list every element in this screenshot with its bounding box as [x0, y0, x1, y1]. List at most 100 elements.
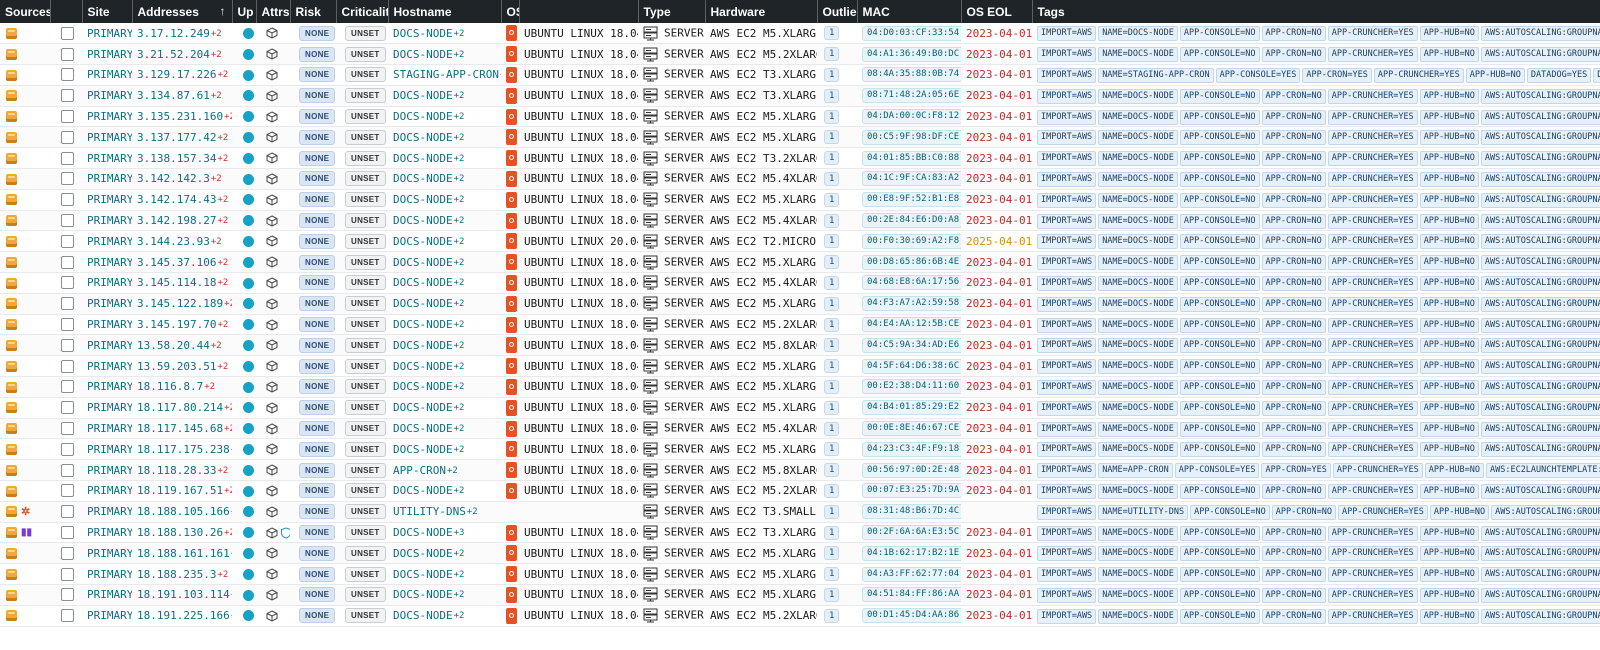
mac-badge[interactable]: 04:D0:03:CF:33:54 — [862, 25, 961, 41]
address-more-count[interactable]: +2 — [224, 112, 232, 122]
address-text[interactable]: 18.116.8.7 — [137, 380, 203, 393]
table-row[interactable]: ✲PRIMARY18.188.105.166+2NONEUNSETUTILITY… — [0, 501, 1600, 523]
address-text[interactable]: 18.188.130.26 — [137, 526, 223, 539]
tag-chip[interactable]: APP-HUB=NO — [1419, 379, 1479, 395]
row-checkbox[interactable] — [61, 338, 74, 352]
row-checkbox[interactable] — [61, 484, 74, 498]
tag-chip[interactable]: APP-CRON=NO — [1261, 130, 1326, 146]
tag-chip[interactable]: NAME=DOCS-NODE — [1098, 171, 1178, 187]
mac-badge[interactable]: 00:F0:30:69:A2:F8 — [862, 233, 961, 249]
site-cell[interactable]: PRIMARY — [82, 148, 132, 169]
hostname-cell[interactable]: DOCS-NODE+2 — [388, 543, 501, 564]
tag-chip[interactable]: IMPORT=AWS — [1037, 525, 1097, 541]
risk-badge[interactable]: NONE — [299, 462, 336, 478]
row-checkbox[interactable] — [61, 422, 74, 436]
tag-chip[interactable]: APP-CRON=NO — [1261, 379, 1326, 395]
tag-chip[interactable]: APP-CRON=NO — [1261, 359, 1326, 375]
criticality-badge[interactable]: UNSET — [345, 67, 386, 83]
hostname-text[interactable]: DOCS-NODE — [393, 256, 453, 269]
outlier-badge[interactable]: 1 — [824, 88, 840, 103]
hostname-cell[interactable]: DOCS-NODE+2 — [388, 273, 501, 294]
row-checkbox[interactable] — [61, 297, 74, 311]
mac-badge[interactable]: 00:2F:6A:6A:E3:5C — [862, 525, 961, 541]
mac-badge[interactable]: 04:23:C3:4F:F9:18 — [862, 441, 961, 457]
address-cell[interactable]: 18.117.145.68+2 — [132, 418, 232, 439]
tag-chip[interactable]: APP-CRUNCHER=YES — [1327, 255, 1418, 271]
tag-chip[interactable]: APP-CRON=NO — [1261, 567, 1326, 583]
tag-chip[interactable]: APP-CRON=NO — [1261, 338, 1326, 354]
hostname-text[interactable]: DOCS-NODE — [393, 443, 453, 456]
address-text[interactable]: 3.145.114.18 — [137, 276, 216, 289]
risk-badge[interactable]: NONE — [299, 504, 336, 520]
mac-badge[interactable]: 04:F3:A7:A2:59:58 — [862, 296, 961, 312]
row-checkbox[interactable] — [61, 401, 74, 415]
row-checkbox[interactable] — [61, 172, 74, 186]
address-cell[interactable]: 18.191.103.114+2 — [132, 585, 232, 606]
row-checkbox[interactable] — [61, 89, 74, 103]
mac-badge[interactable]: 04:A3:FF:62:77:04 — [862, 566, 961, 582]
tag-chip[interactable]: IMPORT=AWS — [1037, 546, 1097, 562]
site-cell[interactable]: PRIMARY — [82, 231, 132, 252]
hostname-text[interactable]: DOCS-NODE — [393, 297, 453, 310]
mac-badge[interactable]: 04:5F:64:D6:38:6C — [862, 358, 961, 374]
risk-badge[interactable]: NONE — [299, 545, 336, 561]
tag-chip[interactable]: APP-CONSOLE=NO — [1179, 567, 1260, 583]
cube-outline-icon[interactable] — [266, 464, 278, 476]
tag-chip[interactable]: APP-HUB=NO — [1419, 151, 1479, 167]
tag-chip[interactable]: IMPORT=AWS — [1037, 317, 1097, 333]
criticality-badge[interactable]: UNSET — [345, 150, 386, 166]
hostname-more-count[interactable]: +2 — [454, 195, 465, 205]
row-checkbox[interactable] — [61, 359, 74, 373]
tag-chip[interactable]: AWS:AUTOSCALING:GROUPNA — [1480, 151, 1600, 167]
tag-chip[interactable]: APP-CONSOLE=NO — [1179, 26, 1260, 42]
address-cell[interactable]: 3.138.157.34+2 — [132, 148, 232, 169]
tag-chip[interactable]: APP-CRUNCHER=YES — [1327, 359, 1418, 375]
tag-chip[interactable]: APP-CRON=NO — [1261, 234, 1326, 250]
table-row[interactable]: PRIMARY 3.142.142.3+2 NONE UNSET DOCS-NODE+2… — [0, 168, 1600, 190]
row-checkbox[interactable] — [61, 546, 74, 560]
tag-chip[interactable]: APP-CONSOLE=NO — [1179, 275, 1260, 291]
address-cell[interactable]: 18.191.225.166+2 — [132, 605, 232, 626]
table-row[interactable]: PRIMARY 3.144.23.93+2 NONE UNSET DOCS-NODE+2… — [0, 230, 1600, 252]
table-row[interactable]: PRIMARY 3.137.177.42+2 NONE UNSET DOCS-NODE+… — [0, 126, 1600, 148]
hostname-cell[interactable]: DOCS-NODE+2 — [388, 44, 501, 65]
address-more-count[interactable]: +2 — [224, 299, 232, 309]
address-cell[interactable]: 13.58.20.44+2 — [132, 335, 232, 356]
address-text[interactable]: 18.117.175.238 — [137, 443, 230, 456]
tag-chip[interactable]: AWS:AUTOSCALING:GROUPNA — [1480, 338, 1600, 354]
risk-badge[interactable]: NONE — [299, 400, 336, 416]
outlier-badge[interactable]: 1 — [824, 421, 840, 436]
tag-chip[interactable]: APP-CRON=NO — [1261, 151, 1326, 167]
hostname-cell[interactable]: DOCS-NODE+2 — [388, 169, 501, 190]
address-more-count[interactable]: +2 — [231, 590, 232, 600]
tag-chip[interactable]: APP-CONSOLE=NO — [1179, 151, 1260, 167]
tag-chip[interactable]: NAME=DOCS-NODE — [1098, 26, 1178, 42]
address-cell[interactable]: 18.118.28.33+2 — [132, 460, 232, 481]
tag-chip[interactable]: APP-CRUNCHER=YES — [1327, 192, 1418, 208]
tag-chip[interactable]: NAME=DOCS-NODE — [1098, 379, 1178, 395]
tag-chip[interactable]: IMPORT=AWS — [1037, 171, 1097, 187]
hostname-more-count[interactable]: +2 — [454, 382, 465, 392]
tag-chip[interactable]: APP-CRUNCHER=YES — [1327, 213, 1418, 229]
address-cell[interactable]: 18.188.130.26+2 — [132, 522, 232, 543]
hostname-cell[interactable]: DOCS-NODE+2 — [388, 106, 501, 127]
criticality-badge[interactable]: UNSET — [345, 88, 386, 104]
cube-outline-icon[interactable] — [266, 527, 278, 539]
address-more-count[interactable]: +2 — [217, 258, 228, 268]
hostname-more-count[interactable]: +2 — [454, 258, 465, 268]
outlier-badge[interactable]: 1 — [824, 296, 840, 311]
site-cell[interactable]: PRIMARY — [82, 543, 132, 564]
address-more-count[interactable]: +2 — [211, 174, 222, 184]
row-checkbox[interactable] — [61, 526, 74, 540]
outlier-badge[interactable]: 1 — [824, 338, 840, 353]
mac-badge[interactable]: 00:C5:9F:98:DF:CE — [862, 129, 961, 145]
table-row[interactable]: PRIMARY 3.142.198.27+2 NONE UNSET DOCS-NODE+… — [0, 210, 1600, 231]
site-cell[interactable]: PRIMARY — [82, 377, 132, 398]
criticality-badge[interactable]: UNSET — [345, 192, 386, 208]
tag-chip[interactable]: AWS:AUTOSCALING:GROUPNA — [1480, 421, 1600, 437]
tag-chip[interactable]: APP-CRON=YES — [1261, 463, 1331, 479]
tag-chip[interactable]: NAME=DOCS-NODE — [1098, 546, 1178, 562]
criticality-badge[interactable]: UNSET — [345, 400, 386, 416]
risk-badge[interactable]: NONE — [299, 129, 336, 145]
row-checkbox[interactable] — [61, 255, 74, 269]
